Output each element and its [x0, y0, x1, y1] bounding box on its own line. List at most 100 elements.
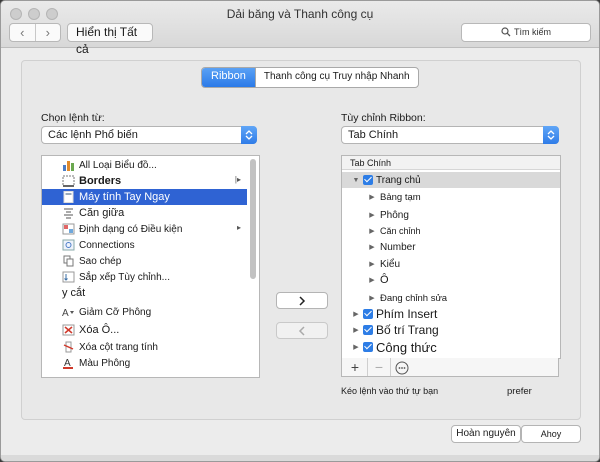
decrease-font-icon: A: [62, 308, 74, 318]
tree-item-formulas[interactable]: ▶ Công thức: [342, 339, 560, 355]
drag-hint: Kéo lệnh vào thứ tự bạn: [341, 386, 439, 396]
commands-scrollbar[interactable]: [248, 156, 258, 375]
tree-item[interactable]: ▶ Number: [342, 239, 560, 255]
tree-item-label: Kiểu: [380, 258, 401, 270]
disclosure-closed-icon[interactable]: ▶: [352, 343, 360, 351]
show-all-button[interactable]: Hiển thị Tất cả: [67, 23, 153, 56]
font-color-icon: A: [63, 358, 73, 369]
calculator-icon: [63, 191, 74, 203]
disclosure-closed-icon[interactable]: ▶: [368, 193, 376, 201]
commands-list[interactable]: All Loại Biểu đồ... Borders |▸ Máy tính …: [41, 155, 260, 378]
ribbon-tree[interactable]: Tab Chính ▼ Trang chủ ▶ Bảng tạm ▶ Phông…: [341, 155, 561, 359]
tree-item[interactable]: ▶ Kiểu: [342, 256, 560, 272]
search-placeholder: Tìm kiếm: [514, 27, 551, 37]
list-item[interactable]: Xóa Ô...: [42, 322, 247, 338]
choose-commands-value: Các lệnh Phổ biến: [48, 129, 138, 141]
add-tab-button[interactable]: +: [344, 358, 366, 376]
save-button[interactable]: Ahoy: [521, 425, 581, 443]
tree-item-label: Phông: [380, 209, 409, 221]
add-command-button[interactable]: [276, 292, 328, 309]
delete-cells-icon: [62, 324, 75, 336]
list-item[interactable]: Sắp xếp Tùy chỉnh...: [42, 269, 247, 285]
tab-quick-access-toolbar[interactable]: Thanh công cụ Truy nhập Nhanh: [254, 68, 418, 87]
disclosure-closed-icon[interactable]: ▶: [352, 310, 360, 318]
list-item-label: Sao chép: [79, 255, 122, 267]
sort-icon: [62, 271, 75, 283]
list-item[interactable]: All Loại Biểu đồ...: [42, 157, 247, 173]
chevron-right-icon: [299, 296, 306, 306]
disclosure-closed-icon[interactable]: ▶: [368, 211, 376, 219]
tab-ribbon[interactable]: Ribbon: [202, 68, 255, 87]
more-options-button[interactable]: [390, 358, 413, 376]
list-item[interactable]: Xóa cột trang tính: [42, 339, 247, 355]
list-item[interactable]: Connections: [42, 237, 247, 253]
list-item-label: y cắt: [62, 287, 86, 299]
nav-buttons: ‹ ›: [9, 23, 61, 42]
list-item[interactable]: y cắt: [42, 285, 247, 301]
dropdown-arrows-icon: [543, 126, 559, 144]
list-item-label: Căn giữa: [79, 207, 125, 219]
customize-ribbon-label: Tùy chỉnh Ribbon:: [341, 112, 426, 124]
tree-item-insert[interactable]: ▶ Phím Insert: [342, 306, 560, 322]
tree-item[interactable]: ▶ Ô: [342, 272, 560, 288]
dropdown-arrows-icon: [241, 126, 257, 144]
title-bar: Dải băng và Thanh công cụ ‹ › Hiển thị T…: [1, 1, 599, 56]
list-item-label: Máy tính Tay Ngay: [79, 191, 170, 203]
disclosure-closed-icon[interactable]: ▶: [368, 260, 376, 268]
list-item[interactable]: Định dạng có Điều kiện ▸: [42, 221, 247, 237]
list-item[interactable]: Sao chép: [42, 253, 247, 269]
choose-commands-dropdown[interactable]: Các lệnh Phổ biến: [41, 126, 257, 144]
tree-item[interactable]: ▶ Bảng tạm: [342, 189, 560, 205]
scrollbar-thumb[interactable]: [250, 159, 256, 279]
tree-item[interactable]: ▶ Phông: [342, 207, 560, 223]
disclosure-closed-icon[interactable]: ▶: [352, 326, 360, 334]
split-arrow-icon: |▸: [234, 175, 241, 184]
search-icon: [501, 27, 511, 37]
list-item-label: Màu Phông: [79, 357, 131, 369]
checkbox-checked[interactable]: [363, 309, 373, 319]
list-item-label: Sắp xếp Tùy chỉnh...: [79, 271, 170, 283]
disclosure-closed-icon[interactable]: ▶: [368, 276, 376, 284]
disclosure-closed-icon[interactable]: ▶: [368, 294, 376, 302]
disclosure-closed-icon[interactable]: ▶: [368, 243, 376, 251]
svg-text:A: A: [62, 308, 69, 318]
list-item-label: Giảm Cỡ Phông: [79, 306, 152, 318]
window-title: Dải băng và Thanh công cụ: [226, 7, 374, 21]
tab-switcher: Ribbon Thanh công cụ Truy nhập Nhanh: [201, 67, 419, 88]
tree-item[interactable]: ▶ Căn chỉnh: [342, 223, 560, 239]
revert-button[interactable]: Hoàn nguyên: [451, 425, 521, 443]
customize-ribbon-dropdown[interactable]: Tab Chính: [341, 126, 559, 144]
preferences-window: Dải băng và Thanh công cụ ‹ › Hiển thị T…: [0, 0, 600, 462]
background-sheet-strip: [1, 455, 599, 461]
checkbox-checked[interactable]: [363, 325, 373, 335]
more-icon: [395, 361, 409, 375]
list-item-label: All Loại Biểu đồ...: [79, 159, 157, 171]
disclosure-closed-icon[interactable]: ▶: [368, 227, 376, 235]
back-button[interactable]: ‹: [10, 24, 35, 41]
list-item[interactable]: Borders |▸: [42, 173, 247, 189]
choose-commands-label: Chọn lệnh từ:: [41, 112, 105, 124]
list-item[interactable]: A Giảm Cỡ Phông: [42, 304, 247, 320]
checkbox-checked[interactable]: [363, 342, 373, 352]
tree-item[interactable]: ▶ Đang chỉnh sửa: [342, 290, 560, 306]
disclosure-open-icon[interactable]: ▼: [352, 177, 360, 184]
conditional-format-icon: [62, 223, 75, 235]
search-field[interactable]: Tìm kiếm: [461, 23, 591, 42]
remove-command-button[interactable]: [276, 322, 328, 339]
remove-tab-button[interactable]: −: [367, 358, 390, 376]
tree-item-label: Căn chỉnh: [380, 226, 421, 236]
list-item[interactable]: A Màu Phông: [42, 355, 247, 371]
forward-icon: ›: [45, 25, 50, 40]
list-item-label: Connections: [79, 239, 135, 251]
list-item-selected[interactable]: Máy tính Tay Ngay: [42, 189, 247, 205]
tree-item-label: Bảng tạm: [380, 191, 421, 203]
tree-item-home[interactable]: ▼ Trang chủ: [342, 172, 560, 188]
list-item[interactable]: Căn giữa: [42, 205, 247, 221]
chart-icon: [63, 161, 74, 171]
tree-item-page-layout[interactable]: ▶ Bố trí Trang: [342, 322, 560, 338]
align-center-icon: [64, 208, 73, 219]
forward-button[interactable]: ›: [34, 24, 61, 41]
checkbox-checked[interactable]: [363, 175, 373, 185]
tree-header: Tab Chính: [342, 156, 560, 170]
tree-item-label: Bố trí Trang: [376, 323, 439, 337]
